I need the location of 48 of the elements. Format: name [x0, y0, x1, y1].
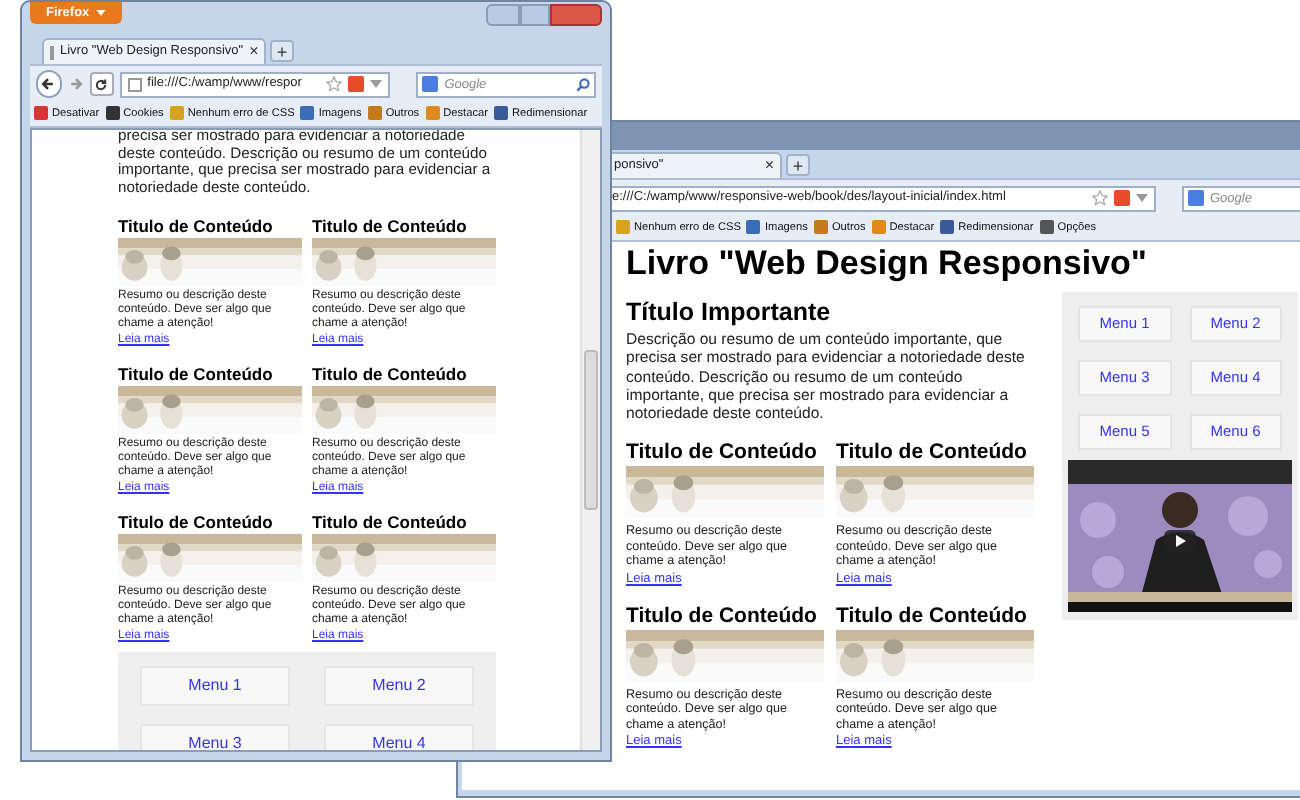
bookmark-icon: [494, 106, 508, 121]
card-title: Titulo de Conteúdo: [312, 511, 469, 532]
forward-icon[interactable]: [67, 76, 84, 92]
close-icon[interactable]: ×: [764, 158, 774, 174]
page-heading: Livro "Web Design Responsivo": [626, 244, 1149, 284]
bookmark-icon: [871, 220, 886, 235]
star-icon[interactable]: [326, 76, 343, 92]
bookmark-icon: [105, 106, 120, 121]
card-title: Titulo de Conteúdo: [836, 440, 1029, 465]
minimize-icon[interactable]: [486, 4, 520, 26]
menu-button[interactable]: Menu 3: [140, 724, 290, 750]
card-title: Titulo de Conteúdo: [626, 603, 819, 628]
section-title: Título Importante: [626, 298, 833, 328]
card-title: Titulo de Conteúdo: [312, 363, 469, 384]
caret-icon: [95, 10, 106, 16]
bookmark-icon: [616, 220, 630, 235]
bookmark-icon: [34, 106, 48, 121]
star-icon[interactable]: [1092, 190, 1108, 206]
back-icon[interactable]: [36, 70, 62, 98]
card-title: Titulo de Conteúdo: [118, 511, 275, 532]
new-tab-button[interactable]: +: [270, 40, 294, 62]
bookmark-icon: [940, 220, 955, 235]
maximize-icon[interactable]: [520, 4, 550, 26]
dropdown-icon[interactable]: [370, 80, 383, 88]
close-icon[interactable]: ×: [249, 44, 259, 60]
card-title: Titulo de Conteúdo: [626, 440, 819, 465]
card-title: Titulo de Conteúdo: [312, 215, 469, 236]
addon-icon[interactable]: [348, 76, 365, 92]
bookmark-icon: [300, 106, 315, 121]
card-title: Titulo de Conteúdo: [118, 363, 275, 384]
dropdown-icon[interactable]: [1136, 194, 1148, 202]
bookmark-icon: [1039, 220, 1054, 235]
bookmark-icon: [813, 220, 828, 235]
bookmark-icon: [746, 220, 761, 235]
new-tab-button[interactable]: +: [786, 154, 810, 176]
reload-icon[interactable]: [89, 72, 114, 96]
menu-button[interactable]: Menu 1: [140, 665, 290, 706]
bookmark-icon: [169, 106, 184, 121]
google-icon: [1188, 190, 1204, 206]
card-title: Titulo de Conteúdo: [836, 603, 1029, 628]
menu-button[interactable]: Menu 4: [324, 724, 474, 750]
bookmark-icon: [367, 106, 382, 121]
card-title: Titulo de Conteúdo: [118, 215, 275, 236]
close-icon[interactable]: [550, 4, 602, 26]
bookmark-icon: [425, 106, 440, 121]
menu-button[interactable]: Menu 2: [324, 665, 474, 706]
search-icon[interactable]: [576, 77, 590, 91]
google-icon: [422, 76, 439, 92]
